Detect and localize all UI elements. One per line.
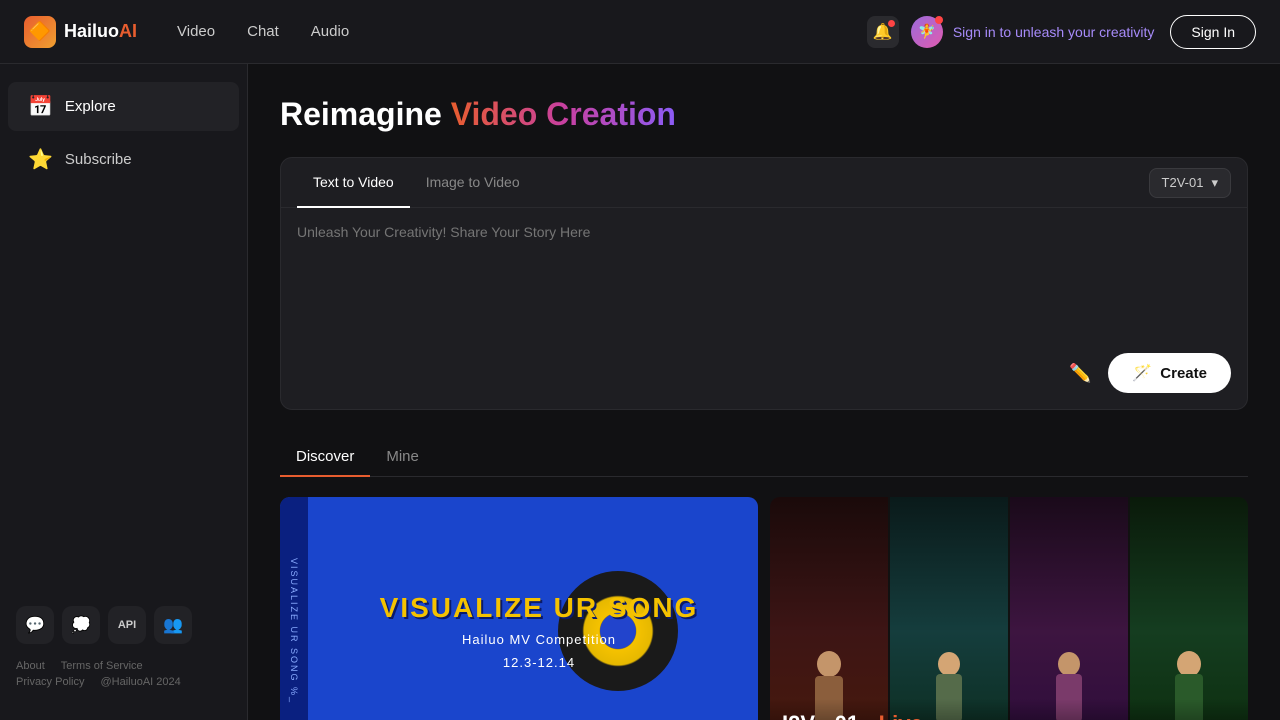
model-selector[interactable]: T2V-01 ▾ bbox=[1149, 168, 1231, 198]
textarea-toolbar: ✏️ 🪄 Create bbox=[281, 345, 1247, 409]
i2v-overlay: I2V - 01 - Live new model bbox=[770, 699, 1248, 720]
hero-title-plain: Reimagine bbox=[280, 96, 451, 132]
hero-title: Reimagine Video Creation bbox=[280, 96, 1248, 133]
topnav: 🔶 HailuoAI Video Chat Audio 🔔 🧚 Sign in … bbox=[0, 0, 1280, 64]
api-button[interactable]: API bbox=[108, 606, 146, 644]
visualize-title: VISUALIZE UR SONG bbox=[380, 592, 699, 624]
sidebar-footer: About Terms of Service Privacy Policy @H… bbox=[0, 652, 247, 696]
featured-video-card[interactable]: VISUALIZE UR SONG %_ VISUALIZE UR SONG H… bbox=[280, 497, 758, 720]
i2v-img-0 bbox=[770, 497, 888, 720]
star-icon: ⭐ bbox=[28, 147, 53, 172]
notification-dot bbox=[888, 20, 895, 27]
logo[interactable]: 🔶 HailuoAI bbox=[24, 16, 137, 48]
privacy-link[interactable]: Privacy Policy bbox=[16, 676, 84, 688]
visualize-date: 12.3-12.14 bbox=[503, 655, 575, 670]
calendar-icon: 📅 bbox=[28, 94, 53, 119]
sign-in-prompt: Sign in to unleash your creativity bbox=[953, 24, 1155, 40]
wand-icon: 🪄 bbox=[1132, 363, 1152, 383]
sign-in-link[interactable]: Sign in bbox=[953, 24, 996, 40]
notification-icon[interactable]: 🔔 bbox=[867, 16, 899, 48]
feedback-button[interactable]: 💭 bbox=[62, 606, 100, 644]
nav-links: Video Chat Audio bbox=[177, 19, 349, 44]
sidebar-bottom-icons: 💬 💭 API 👥 bbox=[0, 598, 247, 652]
i2v-label: I2V - 01 - Live bbox=[782, 711, 1236, 720]
copyright: @HailuoAI 2024 bbox=[100, 676, 180, 688]
i2v-thumb: I2V - 01 - Live new model bbox=[770, 497, 1248, 720]
edit-icon[interactable]: ✏️ bbox=[1064, 357, 1096, 389]
discord-button[interactable]: 💬 bbox=[16, 606, 54, 644]
sidebar-explore-label: Explore bbox=[65, 98, 116, 115]
nav-chat[interactable]: Chat bbox=[247, 19, 279, 44]
sidebar-bottom: 💬 💭 API 👥 About Terms of Service Privacy… bbox=[0, 590, 247, 704]
brand-name: HailuoAI bbox=[64, 21, 137, 42]
users-button[interactable]: 👥 bbox=[154, 606, 192, 644]
create-label: Create bbox=[1160, 365, 1207, 382]
nav-video[interactable]: Video bbox=[177, 19, 215, 44]
tab-image-to-video[interactable]: Image to Video bbox=[410, 158, 536, 208]
i2v-img-2 bbox=[1010, 497, 1128, 720]
sidebar-item-subscribe[interactable]: ⭐ Subscribe bbox=[8, 135, 239, 184]
chevron-down-icon: ▾ bbox=[1211, 175, 1218, 191]
terms-link[interactable]: Terms of Service bbox=[61, 660, 143, 672]
avatar: 🧚 bbox=[911, 16, 943, 48]
tab-discover[interactable]: Discover bbox=[280, 438, 370, 477]
create-button[interactable]: 🪄 Create bbox=[1108, 353, 1231, 393]
main-layout: 📅 Explore ⭐ Subscribe 💬 💭 API 👥 About Te… bbox=[0, 64, 1280, 720]
nav-audio[interactable]: Audio bbox=[311, 19, 349, 44]
logo-icon: 🔶 bbox=[24, 16, 56, 48]
avatar-dot bbox=[935, 16, 943, 24]
i2v-bg bbox=[770, 497, 1248, 720]
hero-title-gradient: Video Creation bbox=[451, 96, 676, 132]
tab-text-to-video[interactable]: Text to Video bbox=[297, 158, 410, 208]
i2v-img-3 bbox=[1130, 497, 1248, 720]
sidebar-subscribe-label: Subscribe bbox=[65, 151, 132, 168]
visualize-subtitle: Hailuo MV Competition bbox=[462, 632, 616, 647]
textarea-area bbox=[281, 208, 1247, 345]
visualize-text-overlay: VISUALIZE UR SONG Hailuo MV Competition … bbox=[320, 497, 758, 720]
featured-thumb: VISUALIZE UR SONG %_ VISUALIZE UR SONG H… bbox=[280, 497, 758, 720]
video-grid-top: VISUALIZE UR SONG %_ VISUALIZE UR SONG H… bbox=[280, 497, 1248, 720]
visualize-bg: VISUALIZE UR SONG %_ VISUALIZE UR SONG H… bbox=[280, 497, 758, 720]
side-text: VISUALIZE UR SONG %_ bbox=[289, 558, 299, 704]
creation-tabs-row: Text to Video Image to Video T2V-01 ▾ bbox=[281, 158, 1247, 208]
i2v-model-card[interactable]: I2V - 01 - Live new model bbox=[770, 497, 1248, 720]
sign-in-prompt-area: 🧚 Sign in to unleash your creativity bbox=[911, 16, 1155, 48]
i2v-img-1 bbox=[890, 497, 1008, 720]
tab-mine[interactable]: Mine bbox=[370, 438, 435, 477]
about-link[interactable]: About bbox=[16, 660, 45, 672]
sidebar-item-explore[interactable]: 📅 Explore bbox=[8, 82, 239, 131]
prompt-input[interactable] bbox=[297, 224, 1231, 324]
side-bar: VISUALIZE UR SONG %_ bbox=[280, 497, 308, 720]
model-label: T2V-01 bbox=[1162, 175, 1204, 190]
content-area: Reimagine Video Creation Text to Video I… bbox=[248, 64, 1280, 720]
discover-tabs: Discover Mine bbox=[280, 438, 1248, 477]
creation-box: Text to Video Image to Video T2V-01 ▾ ✏️… bbox=[280, 157, 1248, 410]
sign-in-button[interactable]: Sign In bbox=[1170, 15, 1256, 49]
sidebar: 📅 Explore ⭐ Subscribe 💬 💭 API 👥 About Te… bbox=[0, 64, 248, 720]
